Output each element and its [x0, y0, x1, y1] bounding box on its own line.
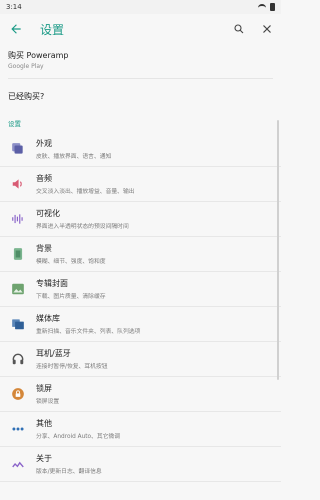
- search-button[interactable]: [231, 21, 247, 37]
- settings-item-background[interactable]: 背景 模糊、细节、强度、饱和度: [0, 237, 281, 272]
- already-purchased-label: 已经购买?: [8, 92, 45, 101]
- appearance-icon: [12, 143, 23, 154]
- settings-item-title: 耳机/蓝牙: [36, 349, 71, 358]
- settings-item-subtitle: 分享、Android Auto、其它微调: [36, 434, 121, 440]
- back-button[interactable]: [6, 19, 26, 39]
- about-icon: [12, 461, 24, 468]
- purchase-title: 购买 Poweramp: [8, 51, 69, 60]
- page-title: 设置: [40, 22, 65, 37]
- settings-item-album-art[interactable]: 专辑封面 下载、图片质量、清除缓存: [0, 272, 281, 307]
- settings-item-subtitle: 锁屏设置: [36, 399, 60, 405]
- settings-item-subtitle: 版本/更新日志、翻译信息: [36, 469, 102, 475]
- settings-item-headset[interactable]: 耳机/蓝牙 连接时暂停/恢复、耳机按钮: [0, 342, 281, 377]
- settings-item-title: 关于: [36, 454, 52, 463]
- already-purchased-item[interactable]: 已经购买?: [0, 79, 281, 112]
- settings-item-subtitle: 下载、图片质量、清除缓存: [36, 294, 106, 300]
- battery-icon: [270, 3, 275, 11]
- status-time: 3:14: [6, 3, 22, 11]
- misc-icon: [12, 427, 24, 431]
- settings-item-subtitle: 皮肤、播放界面、语言、通知: [36, 154, 112, 160]
- settings-item-appearance[interactable]: 外观 皮肤、播放界面、语言、通知: [0, 132, 281, 167]
- settings-list: 外观 皮肤、播放界面、语言、通知 音频 交叉淡入淡出、播放增益、音量、输出 可视…: [0, 132, 281, 482]
- settings-item-subtitle: 界面进入半透明状态的预设间隔时间: [36, 224, 129, 230]
- status-icons: [258, 3, 275, 11]
- settings-item-subtitle: 模糊、细节、强度、饱和度: [36, 259, 106, 265]
- lock-screen-icon: [12, 388, 24, 400]
- album-art-icon: [12, 283, 24, 295]
- audio-icon: [12, 179, 22, 189]
- settings-item-lock-screen[interactable]: 锁屏 锁屏设置: [0, 377, 281, 412]
- app-actions: [231, 21, 275, 37]
- headset-icon: [12, 353, 24, 365]
- settings-item-misc[interactable]: 其他 分享、Android Auto、其它微调: [0, 412, 281, 447]
- settings-item-subtitle: 连接时暂停/恢复、耳机按钮: [36, 364, 108, 370]
- app-bar: 设置: [0, 14, 281, 44]
- settings-item-title: 音频: [36, 174, 52, 183]
- section-header: 设置: [8, 120, 21, 128]
- settings-item-title: 媒体库: [36, 314, 60, 323]
- settings-item-title: 背景: [36, 244, 52, 253]
- settings-item-title: 其他: [36, 419, 52, 428]
- settings-item-subtitle: 重新扫描、音乐文件夹、列表、队列选项: [36, 329, 141, 335]
- close-icon: [263, 25, 271, 33]
- settings-item-title: 专辑封面: [36, 279, 68, 288]
- purchase-subtitle: Google Play: [8, 63, 44, 70]
- settings-item-title: 可视化: [36, 209, 60, 218]
- library-icon: [12, 319, 24, 330]
- scrollbar[interactable]: [277, 120, 279, 380]
- settings-item-subtitle: 交叉淡入淡出、播放增益、音量、输出: [36, 189, 135, 195]
- visualization-icon: [12, 214, 23, 224]
- settings-item-visualization[interactable]: 可视化 界面进入半透明状态的预设间隔时间: [0, 202, 281, 237]
- settings-item-title: 外观: [36, 139, 52, 148]
- settings-item-title: 锁屏: [36, 384, 52, 393]
- close-button[interactable]: [259, 21, 275, 37]
- background-icon: [13, 248, 23, 260]
- settings-item-about[interactable]: 关于 版本/更新日志、翻译信息: [0, 447, 281, 482]
- settings-item-audio[interactable]: 音频 交叉淡入淡出、播放增益、音量、输出: [0, 167, 281, 202]
- status-bar: 3:14: [0, 0, 281, 14]
- wifi-icon: [258, 4, 266, 10]
- purchase-item[interactable]: 购买 Poweramp Google Play: [0, 44, 281, 79]
- settings-item-library[interactable]: 媒体库 重新扫描、音乐文件夹、列表、队列选项: [0, 307, 281, 342]
- back-arrow-icon: [11, 24, 21, 34]
- search-icon: [234, 24, 244, 34]
